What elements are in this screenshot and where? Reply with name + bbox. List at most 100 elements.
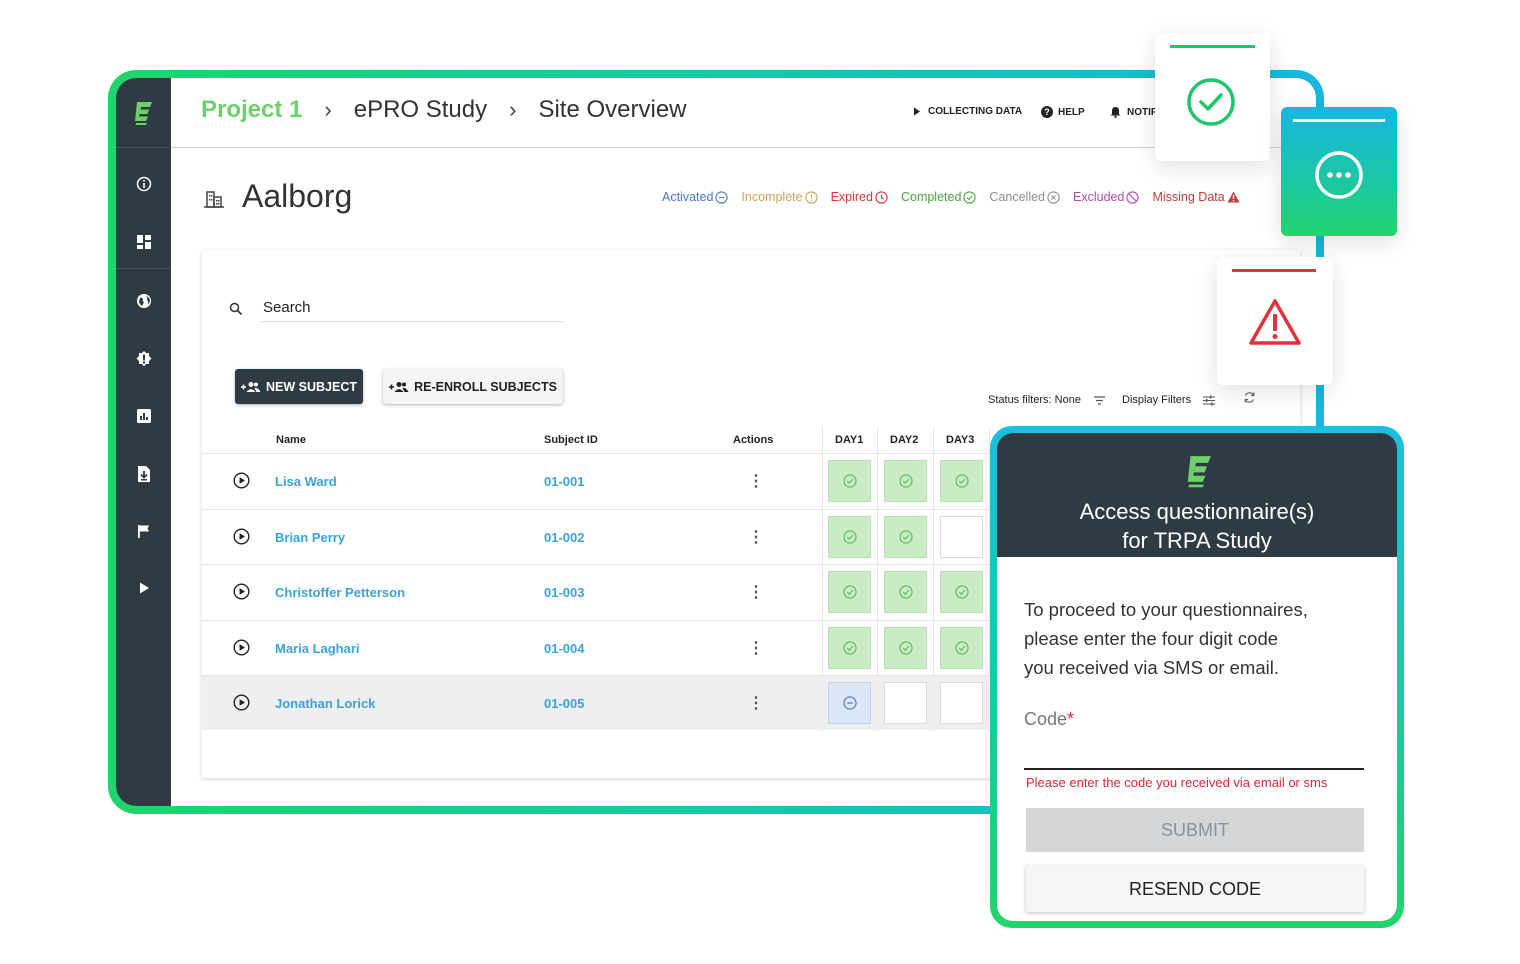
day3-status-cell[interactable] [940,682,983,724]
subject-name-link[interactable]: Christoffer Petterson [275,585,405,600]
day1-status-cell[interactable] [828,460,871,502]
warning-triangle-icon [1227,191,1240,203]
col-header-day1: DAY1 [835,434,864,446]
submit-button[interactable]: SUBMIT [1026,808,1364,852]
subject-name-link[interactable]: Brian Perry [275,530,345,545]
search-input[interactable]: Search [263,299,311,316]
table-row[interactable]: Maria Laghari 01-004 ⋮ [202,619,992,675]
subject-name-link[interactable]: Jonathan Lorick [275,696,375,711]
refresh-icon[interactable] [1243,391,1256,404]
sidebar-divider [116,268,171,269]
table-row[interactable]: Jonathan Lorick 01-005 ⋮ [202,675,992,730]
day2-status-cell[interactable] [884,682,927,724]
add-people-icon [241,381,261,392]
missing-data-status-card [1217,257,1333,385]
brand-logo-icon[interactable] [116,78,171,148]
day3-status-cell[interactable] [940,460,983,502]
table-row[interactable]: Lisa Ward 01-001 ⋮ [202,453,992,508]
status-filters[interactable]: Status filters: None [988,394,1105,406]
legend-label: Excluded [1073,190,1125,204]
day3-status-cell[interactable] [940,515,983,558]
play-circle-icon[interactable] [233,583,250,605]
notifications-button[interactable]: NOTIF [1110,106,1157,118]
day1-status-cell[interactable] [828,515,871,558]
instruction-line1: To proceed to your questionnaires, [1024,599,1308,620]
card-accent-bar [1170,45,1255,48]
report-chart-icon[interactable] [116,396,171,436]
instruction-line2: please enter the four digit code [1024,628,1279,649]
check-circle-icon [1187,78,1235,126]
re-enroll-label: RE-ENROLL SUBJECTS [414,379,557,394]
breadcrumb-chevron-icon: › [509,97,517,122]
play-circle-icon[interactable] [233,472,250,494]
play-icon[interactable] [116,568,171,608]
play-circle-icon[interactable] [233,694,250,716]
more-actions-icon[interactable]: ⋮ [748,638,764,658]
day2-status-cell[interactable] [884,460,927,502]
day1-status-cell[interactable] [828,571,871,613]
new-subject-label: NEW SUBJECT [266,379,357,394]
more-actions-icon[interactable]: ⋮ [748,527,764,547]
dashboard-icon[interactable] [116,222,171,262]
new-subject-button[interactable]: NEW SUBJECT [235,369,363,404]
display-filters[interactable]: Display Filters [1122,394,1216,406]
breadcrumb-chevron-icon: › [324,97,332,122]
resend-code-button[interactable]: RESEND CODE [1026,866,1364,912]
subject-id: 01-004 [544,640,585,656]
more-circle-icon [1315,151,1363,199]
day2-status-cell[interactable] [884,571,927,613]
minus-circle-icon [842,696,857,710]
col-header-day2: DAY2 [890,434,919,446]
more-actions-icon[interactable]: ⋮ [748,471,764,491]
check-circle-icon [898,474,913,488]
play-circle-icon[interactable] [233,527,250,550]
code-input[interactable] [1024,738,1364,770]
legend-label: Cancelled [989,190,1046,204]
col-header-subject-id[interactable]: Subject ID [544,434,598,446]
breadcrumb-study[interactable]: ePRO Study [354,96,487,124]
col-header-name[interactable]: Name [276,434,306,446]
tune-sliders-icon [1203,395,1216,405]
add-people-icon [389,381,409,392]
table-row[interactable]: Christoffer Petterson 01-003 ⋮ [202,564,992,619]
status-filters-label: Status filters: None [988,394,1081,406]
help-button[interactable]: ? HELP [1041,106,1085,118]
legend-item-incomplete: Incomplete [741,190,818,204]
code-error-message: Please enter the code you received via e… [1026,775,1328,790]
re-enroll-subjects-button[interactable]: RE-ENROLL SUBJECTS [383,369,563,404]
legend-item-expired: Expired [831,190,888,204]
clock-circle-icon [875,190,888,204]
status-legend: Activated Incomplete Expired Completed Cance… [662,190,1240,204]
col-header-actions: Actions [733,434,774,446]
day3-status-cell[interactable] [940,626,983,669]
code-field-label: Code* [1024,709,1074,730]
display-filters-label: Display Filters [1122,394,1192,406]
table-row[interactable]: Brian Perry 01-002 ⋮ [202,508,992,564]
collecting-data-button[interactable]: COLLECTING DATA [913,106,1022,117]
day2-status-cell[interactable] [884,515,927,558]
filter-icon [1093,395,1105,405]
help-icon: ? [1041,106,1053,118]
pending-status-card [1281,107,1397,236]
breadcrumb-project[interactable]: Project 1 [201,96,302,124]
subject-name-link[interactable]: Maria Laghari [275,641,360,656]
more-actions-icon[interactable]: ⋮ [748,693,764,713]
day1-status-cell[interactable] [828,626,871,669]
code-label-text: Code [1024,709,1068,729]
day2-status-cell[interactable] [884,626,927,669]
day1-status-cell[interactable] [828,682,871,724]
more-actions-icon[interactable]: ⋮ [748,582,764,602]
alert-badge-icon[interactable] [116,339,171,379]
flag-icon[interactable] [116,511,171,551]
legend-item-completed: Completed [901,190,977,204]
search-underline [261,321,563,322]
top-bar: Project 1 › ePRO Study › Site Overview C… [171,78,1316,148]
play-circle-icon[interactable] [233,638,250,661]
play-triangle-icon [914,107,920,116]
col-header-day3: DAY3 [946,434,975,446]
download-file-icon[interactable] [116,454,171,494]
globe-icon[interactable] [116,281,171,321]
day3-status-cell[interactable] [940,571,983,613]
info-icon[interactable] [116,164,171,204]
subject-name-link[interactable]: Lisa Ward [275,474,337,489]
